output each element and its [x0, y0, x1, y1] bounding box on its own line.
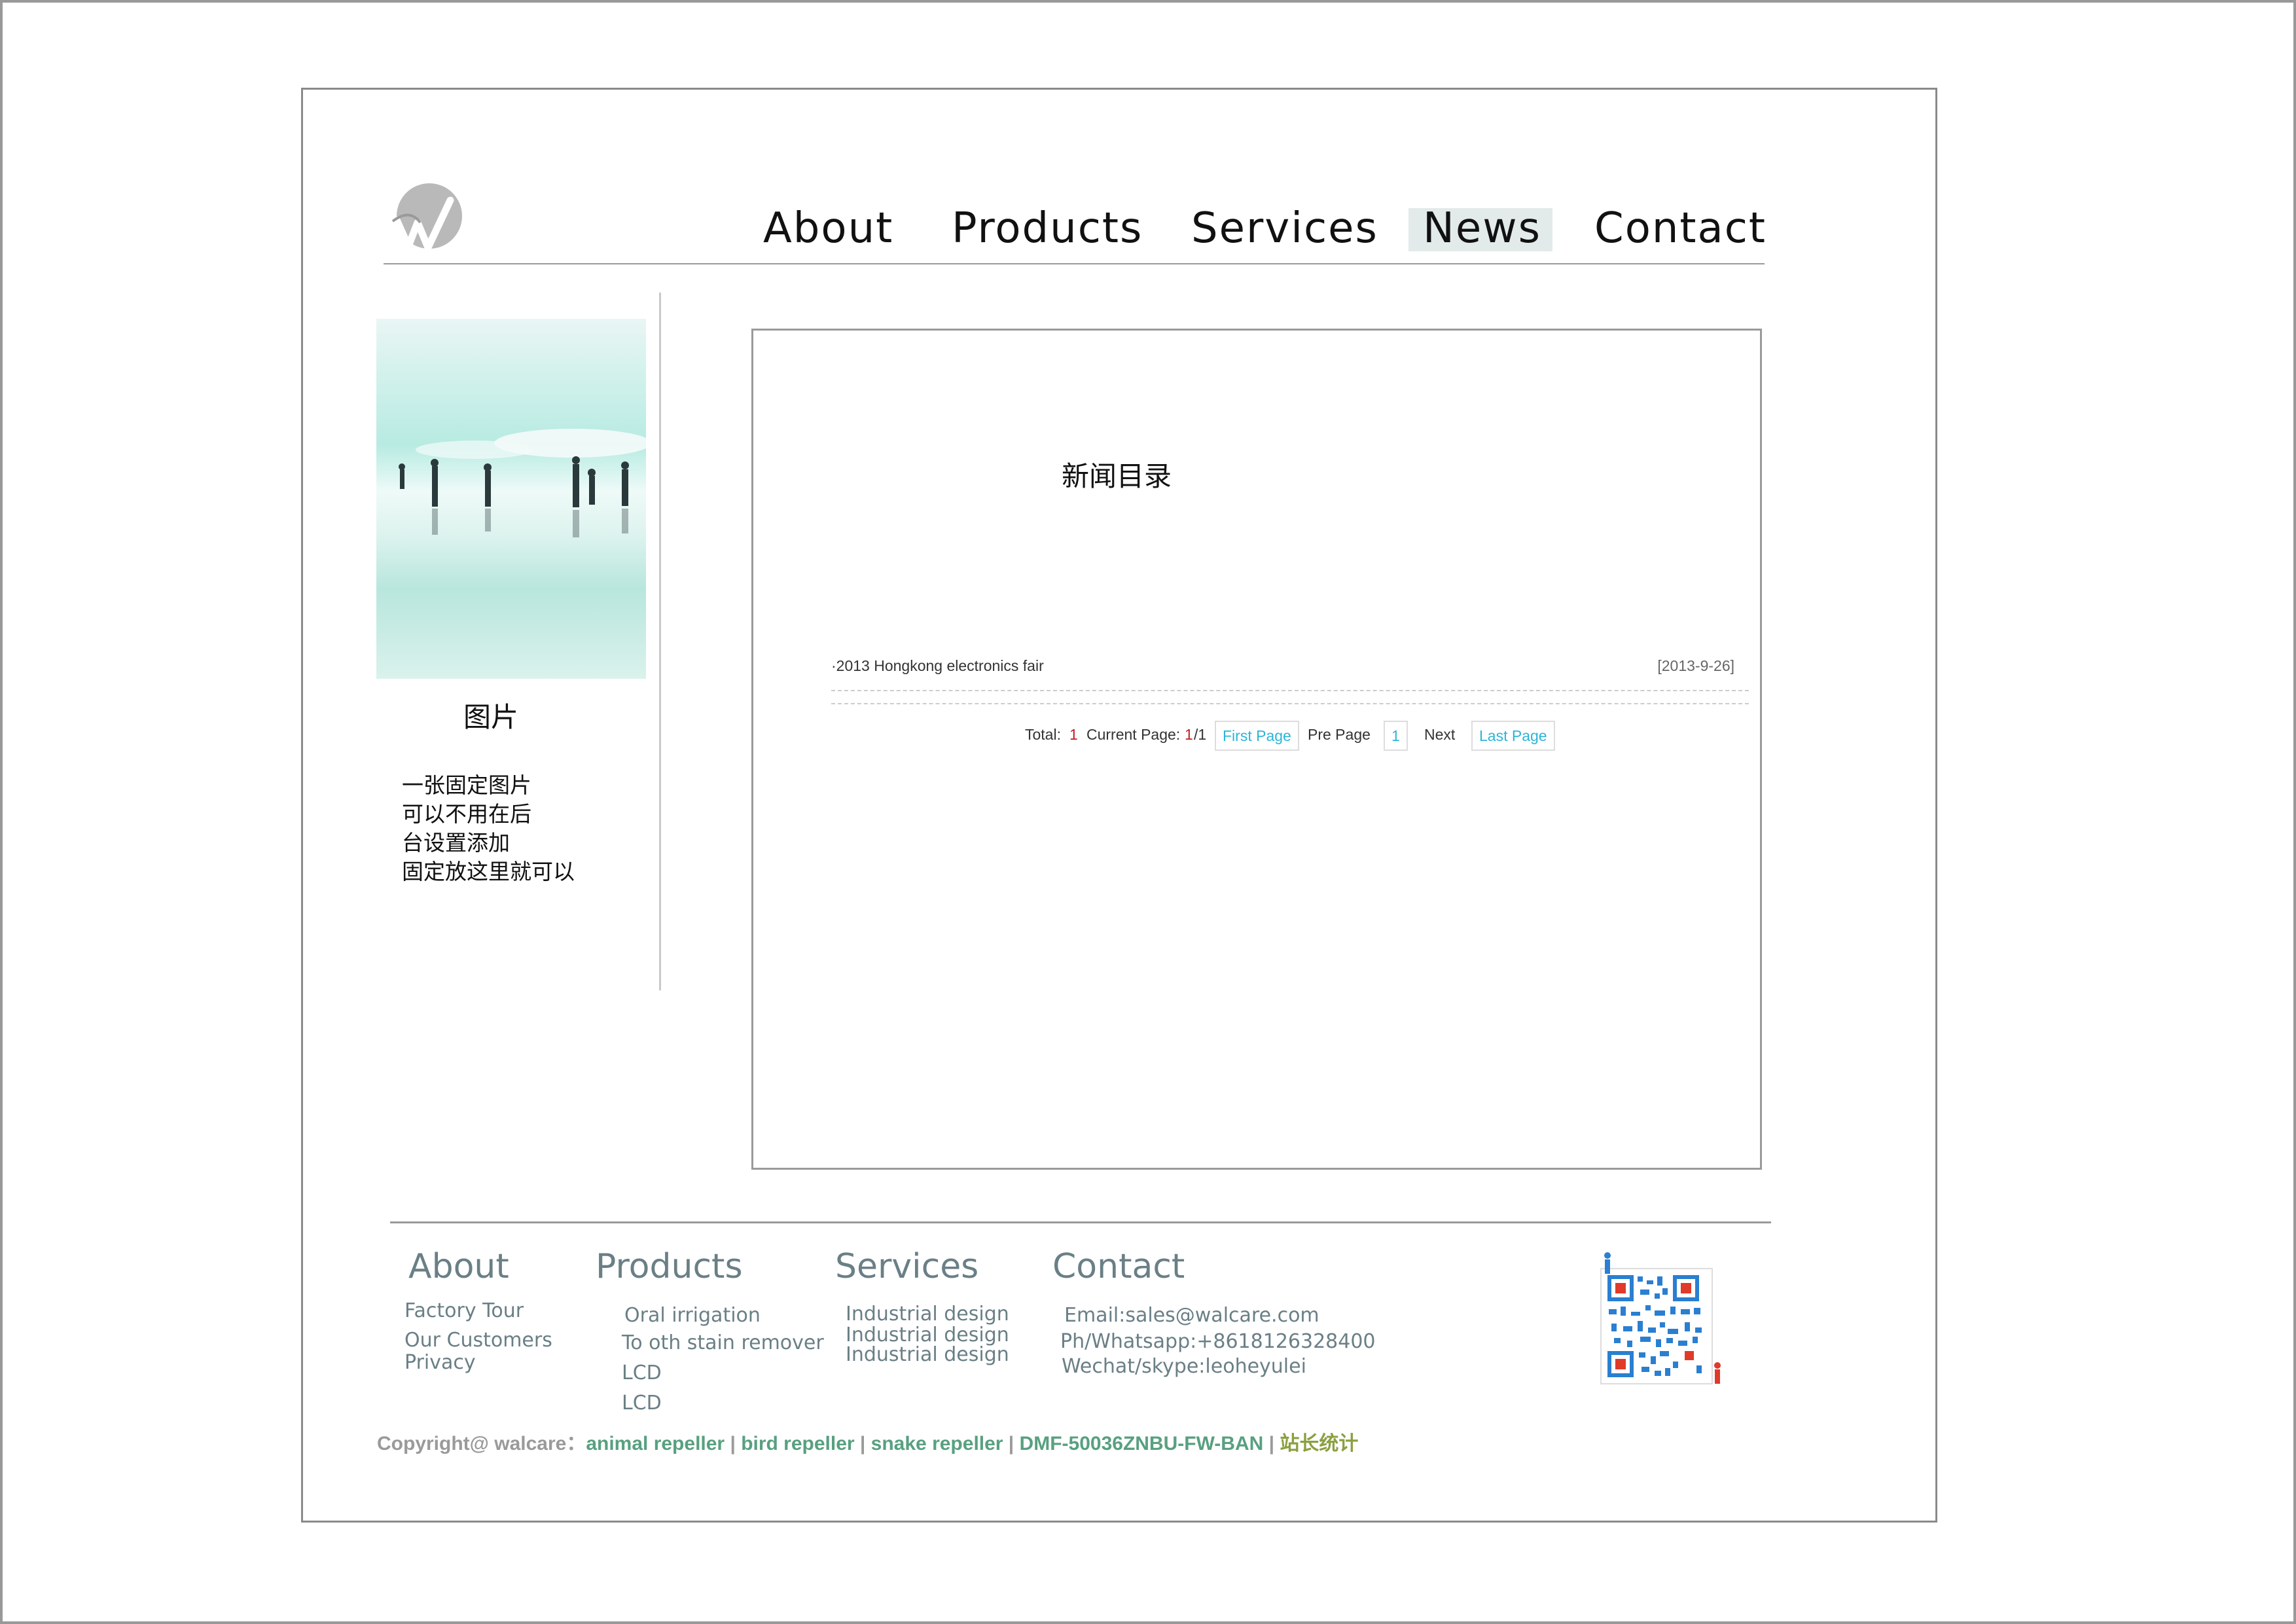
footer-link-industrial-design[interactable]: Industrial design: [846, 1343, 1009, 1366]
footer-link-industrial-design[interactable]: Industrial design: [846, 1303, 1009, 1326]
copyright-separator: |: [1003, 1433, 1020, 1454]
copyright-link-animal-repeller[interactable]: animal repeller: [586, 1433, 725, 1454]
sidebar-photo: [376, 319, 646, 679]
nav-services[interactable]: Services: [1191, 199, 1378, 258]
footer-divider: [390, 1221, 1771, 1223]
copyright-separator: |: [1263, 1433, 1280, 1454]
footer-contact-email: Email:sales@walcare.com: [1064, 1304, 1319, 1327]
footer-link-tooth-stain-remover[interactable]: To oth stain remover: [622, 1331, 824, 1354]
copyright-separator: |: [725, 1433, 742, 1454]
footer-link-lcd[interactable]: LCD: [622, 1362, 662, 1384]
footer-link-oral-irrigation[interactable]: Oral irrigation: [624, 1304, 761, 1327]
sidebar-divider: [659, 293, 661, 990]
news-list-item[interactable]: ·2013 Hongkong electronics fair [2013-9-…: [831, 657, 1734, 681]
copyright-separator: |: [854, 1433, 871, 1454]
copyright-link-stat[interactable]: 站长统计: [1280, 1433, 1358, 1454]
pager-next[interactable]: Next: [1424, 721, 1455, 748]
news-list-title: 新闻目录: [1062, 460, 1172, 492]
nav-contact[interactable]: Contact: [1594, 199, 1767, 258]
sidebar-caption: 图片: [463, 701, 519, 733]
copyright-link-snake-repeller[interactable]: snake repeller: [871, 1433, 1003, 1454]
news-divider: [831, 690, 1749, 691]
news-divider: [831, 703, 1749, 704]
pager-of: /1: [1194, 726, 1207, 743]
header-divider: [384, 263, 1765, 264]
pager-current-label: Current Page:: [1086, 726, 1181, 743]
pager-first-page[interactable]: First Page: [1215, 721, 1299, 751]
copyright-bar: Copyright@ walcare：animal repeller | bir…: [377, 1427, 1358, 1456]
copyright-prefix: Copyright@ walcare：: [377, 1433, 586, 1454]
walcare-logo-icon[interactable]: [390, 182, 463, 255]
footer-link-factory-tour[interactable]: Factory Tour: [404, 1299, 524, 1322]
sidebar-description-line: 一张固定图片: [402, 772, 531, 798]
footer-products-heading[interactable]: Products: [596, 1247, 743, 1286]
copyright-link-bird-repeller[interactable]: bird repeller: [741, 1433, 854, 1454]
footer-services-heading[interactable]: Services: [835, 1247, 978, 1286]
pager-page-number[interactable]: 1: [1384, 721, 1408, 751]
sidebar-description: 一张固定图片 可以不用在后 台设置添加 固定放这里就可以: [402, 771, 575, 886]
footer-contact-phone: Ph/Whatsapp:+8618126328400: [1060, 1330, 1376, 1353]
copyright-link-model[interactable]: DMF-50036ZNBU-FW-BAN: [1020, 1433, 1264, 1454]
pager-prev-page[interactable]: Pre Page: [1308, 721, 1371, 748]
footer-contact-wechat: Wechat/skype:leoheyulei: [1062, 1355, 1306, 1378]
news-item-date: [2013-9-26]: [1657, 657, 1734, 674]
footer-link-lcd[interactable]: LCD: [622, 1392, 662, 1415]
pager-total: 1: [1069, 726, 1078, 743]
qr-code-icon: [1600, 1252, 1721, 1384]
footer-link-our-customers[interactable]: Our Customers: [404, 1329, 552, 1352]
sidebar-description-line: 台设置添加: [402, 830, 510, 856]
sidebar-description-line: 可以不用在后: [402, 801, 531, 827]
pager-total-label: Total:: [1025, 726, 1061, 743]
footer-link-privacy[interactable]: Privacy: [404, 1351, 476, 1374]
pager-current: 1: [1185, 726, 1193, 743]
nav-news[interactable]: News: [1423, 199, 1541, 258]
footer-contact-heading[interactable]: Contact: [1052, 1247, 1185, 1286]
sidebar-description-line: 固定放这里就可以: [402, 859, 575, 884]
nav-products[interactable]: Products: [952, 199, 1143, 258]
news-item-title[interactable]: ·2013 Hongkong electronics fair: [831, 657, 1044, 675]
nav-about[interactable]: About: [763, 199, 893, 258]
pager-last-page[interactable]: Last Page: [1471, 721, 1555, 751]
footer-about-heading[interactable]: About: [408, 1247, 509, 1286]
